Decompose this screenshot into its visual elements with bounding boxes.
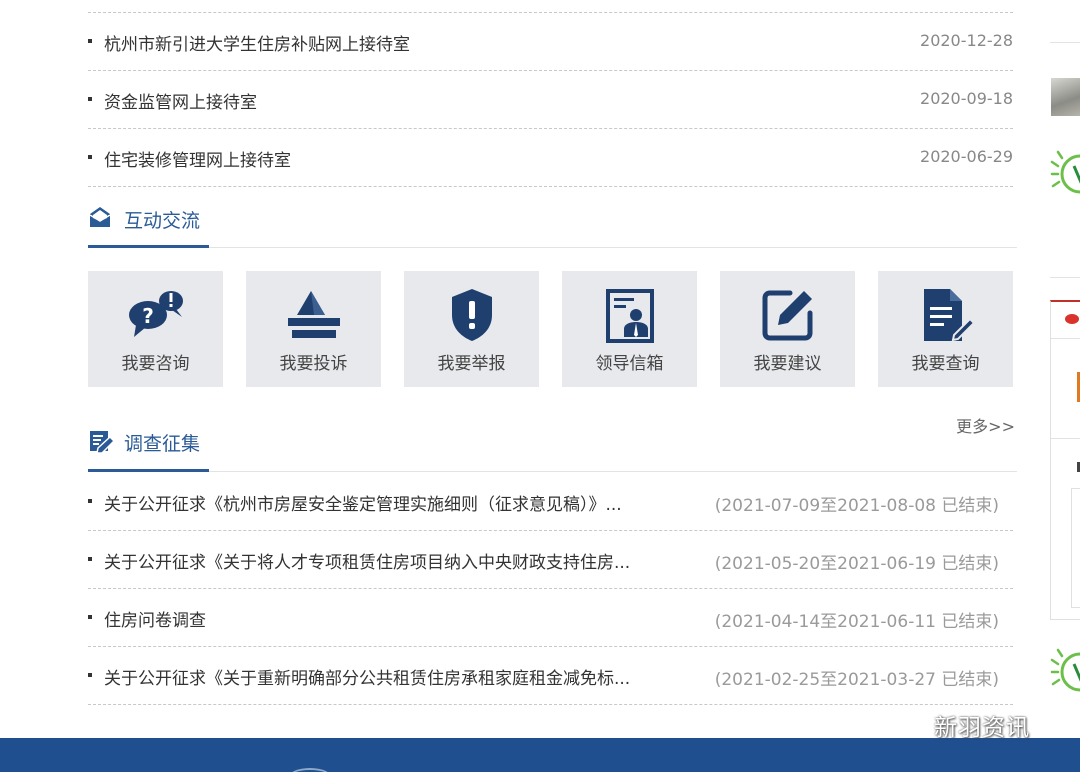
weibo-icon: [1065, 314, 1079, 324]
list-item[interactable]: 资金监管网上接待室 2020-09-18: [88, 71, 1013, 129]
list-item-title[interactable]: 杭州市新引进大学生住房补贴网上接待室: [104, 30, 410, 55]
wechat-icon: [890, 712, 928, 738]
survey-item[interactable]: 关于公开征求《关于重新明确部分公共租赁住房承租家庭租金减免标... (2021-…: [88, 647, 1013, 705]
suggestion-icon: [758, 285, 818, 345]
report-icon: [442, 285, 502, 345]
tile-query[interactable]: 我要查询: [878, 271, 1013, 387]
list-item-title[interactable]: 资金监管网上接待室: [104, 88, 257, 113]
consult-icon: ?: [126, 285, 186, 345]
survey-edit-icon: [88, 429, 116, 457]
divider: [1051, 438, 1080, 439]
survey-item-period: (2021-04-14至2021-06-11 已结束): [714, 612, 999, 632]
tile-complaint[interactable]: 我要投诉: [246, 271, 381, 387]
bullet: [88, 155, 92, 159]
svg-text:?: ?: [142, 304, 154, 328]
tile-label: 我要查询: [911, 354, 980, 374]
bullet: [88, 673, 92, 677]
list-item[interactable]: 杭州市新引进大学生住房补贴网上接待室 2020-12-28: [88, 13, 1013, 71]
interaction-section-header: 互动交流: [88, 186, 1017, 248]
footer-decoration: [288, 768, 332, 772]
logo-icon[interactable]: [1050, 642, 1080, 700]
tile-report[interactable]: 我要举报: [404, 271, 539, 387]
footer-bar: [0, 738, 1080, 772]
watermark: 新羽资讯: [888, 708, 1030, 742]
tile-label: 我要咨询: [121, 354, 190, 374]
weibo-panel: [1050, 300, 1080, 620]
tile-label: 我要建议: [753, 354, 822, 374]
bullet: [88, 97, 92, 101]
list-item-date: 2020-06-29: [920, 147, 1013, 166]
query-icon: [916, 285, 976, 345]
survey-item-title[interactable]: 关于公开征求《杭州市房屋安全鉴定管理实施细则（征求意见稿）》...: [104, 490, 622, 515]
survey-item-title[interactable]: 关于公开征求《关于将人才专项租赁住房项目纳入中央财政支持住房...: [104, 548, 630, 573]
envelope-icon: [88, 206, 112, 232]
tile-label: 领导信箱: [595, 354, 664, 374]
divider: [1051, 338, 1080, 339]
list-item[interactable]: 住宅装修管理网上接待室 2020-06-29: [88, 129, 1013, 187]
complaint-icon: [284, 285, 344, 345]
section-title: 互动交流: [124, 210, 201, 232]
tile-consult[interactable]: ? 我要咨询: [88, 271, 223, 387]
thumbnail-image[interactable]: [1051, 78, 1080, 116]
tile-label: 我要举报: [437, 354, 506, 374]
survey-section-header: 调查征集: [88, 410, 1017, 472]
section-title: 调查征集: [124, 433, 201, 455]
tile-leader-mailbox[interactable]: 领导信箱: [562, 271, 697, 387]
bullet: [88, 615, 92, 619]
right-sidebar: [1050, 0, 1080, 740]
tile-suggestion[interactable]: 我要建议: [720, 271, 855, 387]
bullet: [88, 39, 92, 43]
bullet: [88, 557, 92, 561]
survey-item[interactable]: 关于公开征求《杭州市房屋安全鉴定管理实施细则（征求意见稿）》... (2021-…: [88, 473, 1013, 531]
list-item-date: 2020-12-28: [920, 31, 1013, 50]
survey-item-period: (2021-05-20至2021-06-19 已结束): [714, 554, 999, 574]
divider: [1050, 42, 1080, 43]
list-item-date: 2020-09-18: [920, 89, 1013, 108]
section-underline: [88, 469, 209, 472]
survey-item-title[interactable]: 住房问卷调查: [104, 606, 206, 631]
survey-item-period: (2021-02-25至2021-03-27 已结束): [714, 670, 999, 690]
bullet: [88, 499, 92, 503]
survey-item[interactable]: 住房问卷调查 (2021-04-14至2021-06-11 已结束): [88, 589, 1013, 647]
interaction-tiles: ? 我要咨询 我要投诉 我要举报 领导信箱 我要建议 我要查询: [88, 271, 1017, 387]
section-underline: [88, 245, 209, 248]
divider: [1050, 277, 1080, 278]
leader-mailbox-icon: [600, 285, 660, 345]
list-item-title[interactable]: 住宅装修管理网上接待室: [104, 146, 291, 171]
survey-item-period: (2021-07-09至2021-08-08 已结束): [714, 496, 999, 516]
tile-label: 我要投诉: [279, 354, 348, 374]
watermark-text: 新羽资讯: [934, 715, 1030, 741]
inner-box: [1071, 488, 1080, 608]
logo-icon[interactable]: [1050, 146, 1080, 204]
survey-item[interactable]: 关于公开征求《关于将人才专项租赁住房项目纳入中央财政支持住房... (2021-…: [88, 531, 1013, 589]
survey-item-title[interactable]: 关于公开征求《关于重新明确部分公共租赁住房承租家庭租金减免标...: [104, 664, 630, 689]
